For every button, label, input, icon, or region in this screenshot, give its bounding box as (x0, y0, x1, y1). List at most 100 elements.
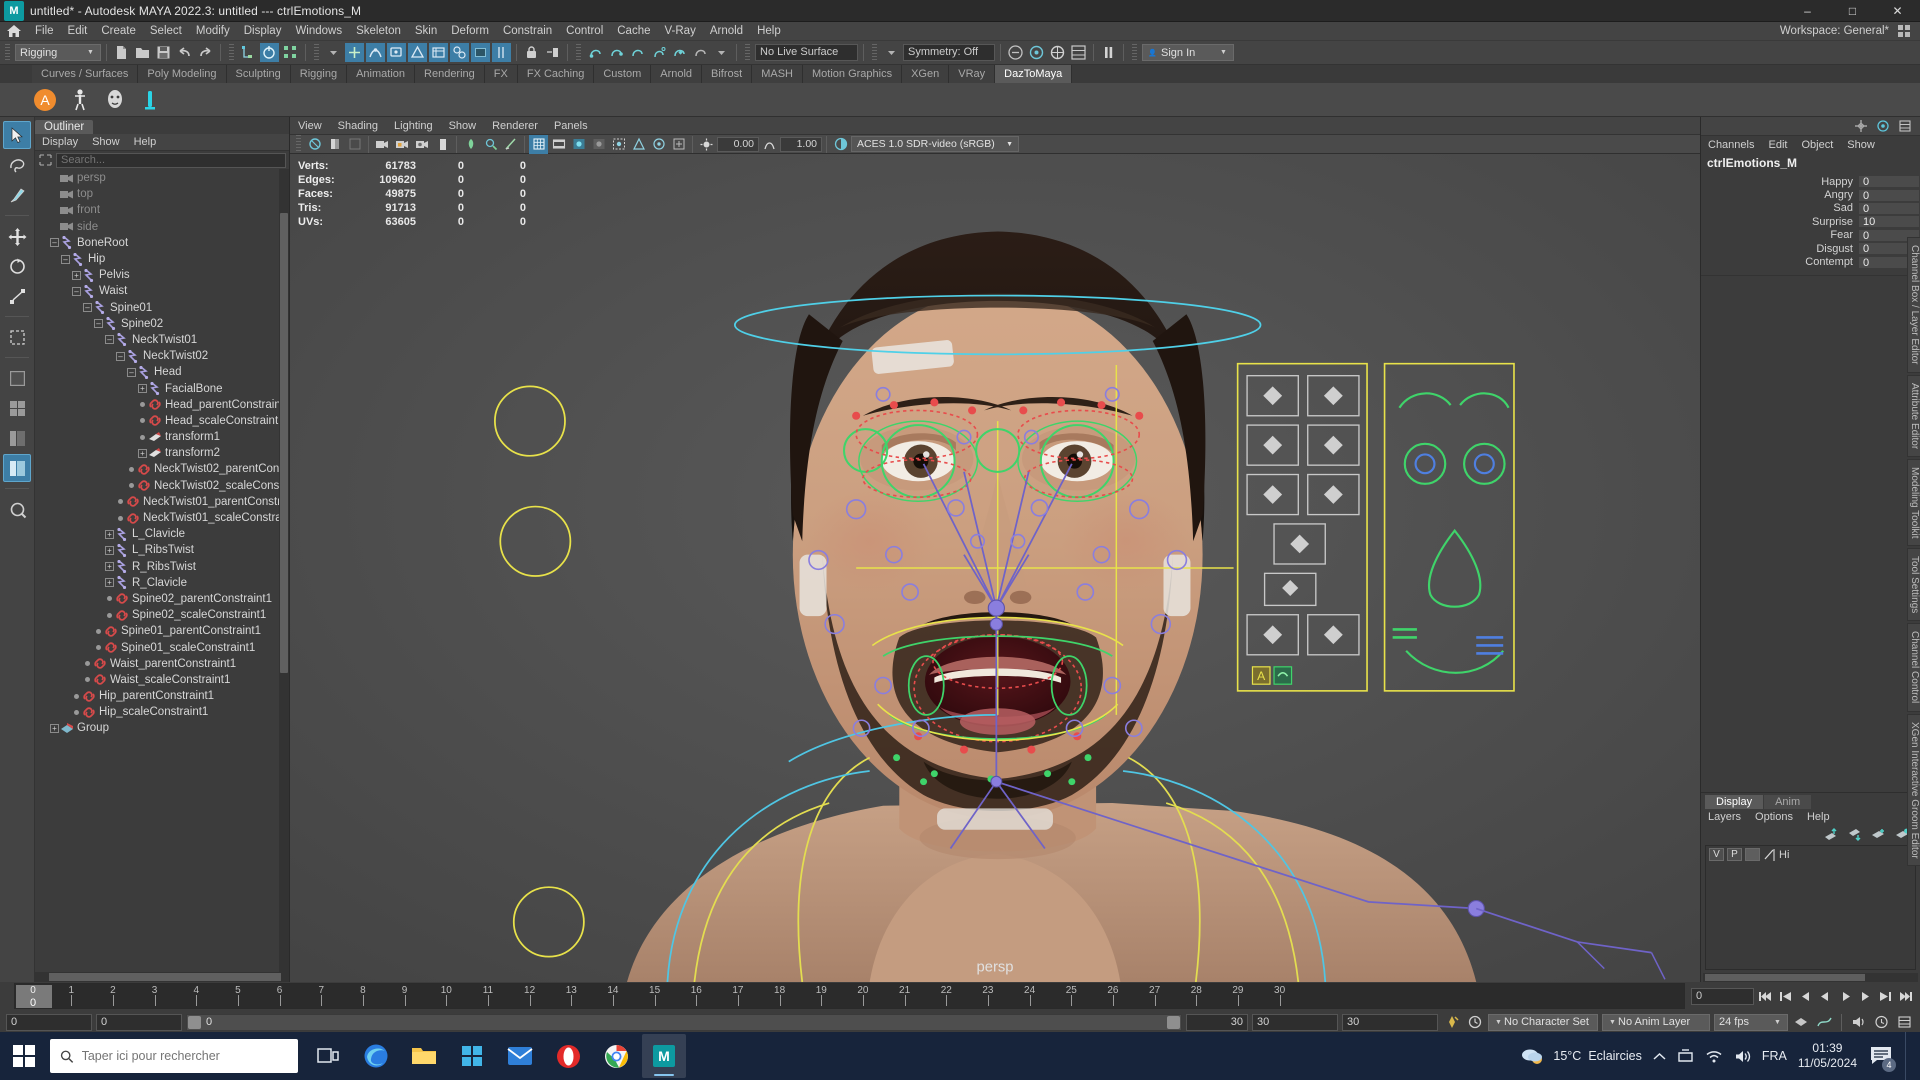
outliner-item-spine02-scaleconstraint1[interactable]: Spine02_scaleConstraint1 (35, 607, 289, 623)
outliner-menu-show[interactable]: Show (85, 134, 127, 150)
channelbox-menu-object[interactable]: Object (1794, 137, 1840, 153)
channel-value-field[interactable]: 0 (1858, 202, 1920, 215)
outliner-item-front[interactable]: front (35, 202, 289, 218)
hypergraph-layout-button[interactable] (3, 495, 31, 523)
layer-color-swatch[interactable] (1745, 848, 1760, 861)
colorspace-dropdown[interactable]: ACES 1.0 SDR-video (sRGB) ▼ (851, 136, 1019, 152)
outliner-item-necktwist01-parentconstraint[interactable]: NeckTwist01_parentConstraint (35, 494, 289, 510)
scale-tool-button[interactable] (3, 282, 31, 310)
menuset-dropdown[interactable]: Rigging ▼ (15, 44, 101, 61)
menu-item-skin[interactable]: Skin (408, 22, 444, 41)
outliner-item-spine01[interactable]: –Spine01 (35, 300, 289, 316)
menu-item-v-ray[interactable]: V-Ray (658, 22, 703, 41)
outliner-item-transform1[interactable]: transform1 (35, 429, 289, 445)
channel-row-happy[interactable]: Happy0 (1701, 175, 1920, 188)
fps-dropdown[interactable]: 24 fps ▼ (1714, 1014, 1788, 1031)
menu-item-windows[interactable]: Windows (288, 22, 349, 41)
select-camera-icon[interactable] (305, 135, 324, 154)
menu-item-deform[interactable]: Deform (444, 22, 496, 41)
snap-to-grid-button[interactable] (345, 43, 364, 62)
select-hierarchy-icon[interactable] (38, 153, 53, 167)
signin-grip[interactable] (1132, 44, 1137, 62)
outliner-item-group[interactable]: +Group (35, 720, 289, 736)
collapse-toggle-icon[interactable]: – (105, 335, 114, 344)
layer-menu-options[interactable]: Options (1748, 809, 1800, 825)
ipr-render-button[interactable] (492, 43, 511, 62)
channel-row-sad[interactable]: Sad0 (1701, 202, 1920, 215)
construction-history-icon-5[interactable] (670, 43, 689, 62)
minimize-button[interactable]: – (1785, 0, 1830, 22)
outliner-item-l-clavicle[interactable]: +L_Clavicle (35, 526, 289, 542)
taskbar-search-input[interactable] (82, 1049, 288, 1063)
workspace-settings-icon[interactable] (1895, 22, 1914, 41)
show-desktop-button[interactable] (1905, 1032, 1912, 1080)
expand-toggle-icon[interactable]: + (138, 384, 147, 393)
expand-toggle-icon[interactable]: + (105, 546, 114, 555)
shelf-tab-daztomaya[interactable]: DazToMaya (995, 65, 1072, 83)
two-sided-lighting-icon[interactable] (461, 135, 480, 154)
redo-button[interactable] (196, 43, 215, 62)
daz-logo-icon[interactable]: A (32, 87, 58, 113)
channelbox-menu-show[interactable]: Show (1840, 137, 1882, 153)
outliner-item-necktwist02[interactable]: –NeckTwist02 (35, 348, 289, 364)
layer-visibility-toggle[interactable]: V (1709, 848, 1724, 861)
lasso-tool-button[interactable] (3, 151, 31, 179)
outliner-persp-layout-button[interactable] (3, 454, 31, 482)
outliner-item-hip-scaleconstraint1[interactable]: Hip_scaleConstraint1 (35, 704, 289, 720)
attribute-editor-icon[interactable] (1027, 43, 1046, 62)
camera-lock-icon[interactable] (393, 135, 412, 154)
outliner-item-pelvis[interactable]: +Pelvis (35, 267, 289, 283)
pose-tool-icon[interactable] (137, 87, 163, 113)
outliner-tab[interactable]: Outliner (35, 120, 93, 134)
viewport-toolbar-grip[interactable] (296, 135, 301, 153)
wireframe-on-shaded-icon[interactable] (529, 135, 548, 154)
collapse-toggle-icon[interactable]: – (83, 303, 92, 312)
onedrive-icon[interactable] (1677, 1048, 1694, 1065)
gamma-field[interactable]: 1.00 (780, 137, 822, 152)
tool-settings-icon[interactable] (1048, 43, 1067, 62)
shelf-tab-vray[interactable]: VRay (949, 65, 995, 83)
collapse-toggle-icon[interactable]: – (94, 319, 103, 328)
anim-start-field[interactable]: 30 (1186, 1014, 1248, 1031)
channel-value-field[interactable]: 10 (1858, 215, 1920, 228)
channel-row-disgust[interactable]: Disgust0 (1701, 242, 1920, 255)
time-editor-icon[interactable] (1872, 1013, 1891, 1032)
layer-menu-help[interactable]: Help (1800, 809, 1837, 825)
shelf-tab-motion-graphics[interactable]: Motion Graphics (803, 65, 902, 83)
shadows-icon[interactable] (481, 135, 500, 154)
outliner-item-spine02[interactable]: –Spine02 (35, 316, 289, 332)
menu-item-arnold[interactable]: Arnold (703, 22, 750, 41)
side-tab-channel-box-layer-editor[interactable]: Channel Box / Layer Editor (1907, 237, 1920, 373)
character-set-dropdown[interactable]: ▼ No Character Set (1488, 1014, 1598, 1031)
viewport-menu-view[interactable]: View (290, 118, 330, 134)
outliner-item-necktwist02-parentconstrai[interactable]: NeckTwist02_parentConstrai (35, 461, 289, 477)
shelf-tab-mash[interactable]: MASH (752, 65, 803, 83)
maya-icon[interactable]: M (642, 1034, 686, 1078)
outliner-item-top[interactable]: top (35, 186, 289, 202)
collapse-toggle-icon[interactable]: – (50, 238, 59, 247)
range-end-field[interactable]: 0 (96, 1014, 182, 1031)
snap-to-curve-button[interactable] (366, 43, 385, 62)
outliner-item-l-ribstwist[interactable]: +L_RibsTwist (35, 542, 289, 558)
animation-layers-icon[interactable] (1895, 1013, 1914, 1032)
last-tool-button[interactable] (3, 323, 31, 351)
menu-item-help[interactable]: Help (750, 22, 788, 41)
shelf-tab-fx-caching[interactable]: FX Caching (518, 65, 594, 83)
collapse-toggle-icon[interactable]: – (61, 255, 70, 264)
live-surface-field[interactable]: No Live Surface (755, 44, 858, 61)
head-morph-icon[interactable] (102, 87, 128, 113)
symmetry-dropdown-arrow[interactable] (882, 43, 901, 62)
graph-editor-icon[interactable] (1815, 1013, 1834, 1032)
step-back-keyframe-button[interactable] (1777, 988, 1794, 1005)
menu-item-edit[interactable]: Edit (61, 22, 95, 41)
livesurface-grip[interactable] (745, 44, 750, 62)
outliner-item-spine01-scaleconstraint1[interactable]: Spine01_scaleConstraint1 (35, 639, 289, 655)
undo-button[interactable] (175, 43, 194, 62)
collapse-toggle-icon[interactable]: – (72, 287, 81, 296)
step-forward-keyframe-button[interactable] (1877, 988, 1894, 1005)
camera-settings-icon[interactable] (413, 135, 432, 154)
layer-tab-anim[interactable]: Anim (1764, 795, 1811, 809)
outliner-item-head-scaleconstraint1[interactable]: Head_scaleConstraint1 (35, 413, 289, 429)
construction-history-icon-2[interactable] (607, 43, 626, 62)
layer-menu-layers[interactable]: Layers (1701, 809, 1748, 825)
